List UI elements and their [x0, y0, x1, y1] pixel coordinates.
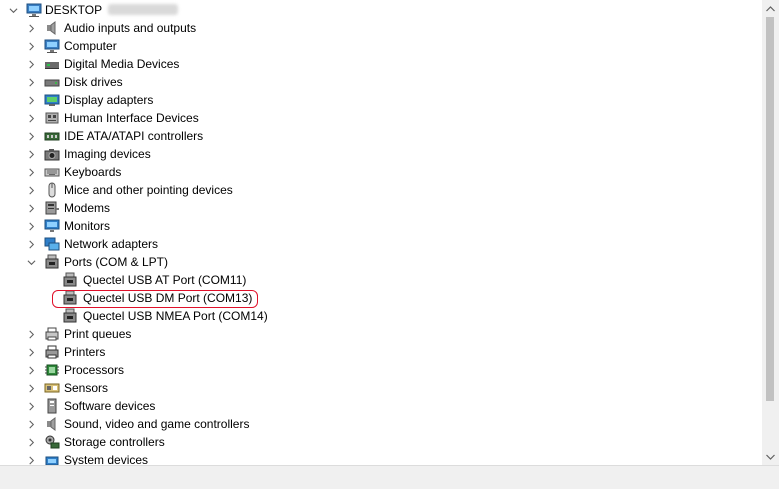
- port-icon: [62, 308, 78, 324]
- hid-icon: [44, 110, 60, 126]
- chevron-right-icon[interactable]: [25, 415, 37, 433]
- tree-item-label: Imaging devices: [64, 147, 151, 161]
- computer-icon: [26, 2, 42, 18]
- disk-drive-icon: [44, 74, 60, 90]
- scroll-down-arrow-icon[interactable]: [762, 448, 779, 465]
- computer-name-label: DESKTOP: [45, 1, 179, 19]
- tree-subitem-label: Quectel USB NMEA Port (COM14): [83, 309, 268, 323]
- monitor-icon: [44, 218, 60, 234]
- scroll-up-arrow-icon[interactable]: [762, 0, 779, 17]
- tree-item-label: Sensors: [64, 381, 109, 395]
- sensor-icon: [44, 380, 60, 396]
- computer-icon: [44, 38, 60, 54]
- print-queue-icon: [44, 326, 60, 342]
- horizontal-scrollbar[interactable]: [0, 465, 779, 489]
- chevron-right-icon[interactable]: [25, 163, 37, 181]
- keyboard-icon: [44, 164, 60, 180]
- tree-item-label: Ports (COM & LPT): [64, 255, 169, 269]
- chevron-right-icon[interactable]: [25, 379, 37, 397]
- tree-item-label: Software devices: [64, 399, 156, 413]
- printer-icon: [44, 344, 60, 360]
- tree-item-label: System devices: [64, 453, 149, 465]
- processor-icon: [44, 362, 60, 378]
- port-icon: [62, 272, 78, 288]
- device-tree[interactable]: DESKTOP Audio inputs and outputs Computer…: [0, 0, 762, 465]
- tree-subitem-label: Quectel USB DM Port (COM13): [83, 291, 253, 305]
- chevron-right-icon[interactable]: [25, 145, 37, 163]
- camera-icon: [44, 146, 60, 162]
- chevron-down-icon[interactable]: [25, 253, 37, 271]
- mouse-icon: [44, 182, 60, 198]
- network-adapter-icon: [44, 236, 60, 252]
- tree-item-label: Print queues: [64, 327, 132, 341]
- display-adapter-icon: [44, 92, 60, 108]
- system-devices-icon: [44, 452, 60, 465]
- tree-item-label: Disk drives: [64, 75, 123, 89]
- tree-item-label: Human Interface Devices: [64, 111, 199, 125]
- chevron-right-icon[interactable]: [25, 37, 37, 55]
- chevron-right-icon[interactable]: [25, 55, 37, 73]
- tree-item-label: Keyboards: [64, 165, 122, 179]
- tree-item-label: Computer: [64, 39, 117, 53]
- redacted-name: [108, 4, 179, 15]
- tree-item-label: Network adapters: [64, 237, 159, 251]
- tree-item-label: Display adapters: [64, 93, 154, 107]
- chevron-right-icon[interactable]: [25, 109, 37, 127]
- tree-subitem-label: Quectel USB AT Port (COM11): [83, 273, 247, 287]
- chevron-right-icon[interactable]: [25, 91, 37, 109]
- chevron-right-icon[interactable]: [25, 361, 37, 379]
- storage-controller-icon: [44, 434, 60, 450]
- vertical-scrollbar[interactable]: [762, 0, 779, 465]
- tree-item-label: Printers: [64, 345, 106, 359]
- chevron-right-icon[interactable]: [25, 343, 37, 361]
- scrollbar-thumb[interactable]: [766, 17, 774, 401]
- chevron-right-icon[interactable]: [25, 325, 37, 343]
- tree-item-label: Processors: [64, 363, 125, 377]
- chevron-right-icon[interactable]: [25, 217, 37, 235]
- ide-controller-icon: [44, 128, 60, 144]
- chevron-right-icon[interactable]: [25, 451, 37, 465]
- sound-controller-icon: [44, 416, 60, 432]
- media-device-icon: [44, 56, 60, 72]
- software-device-icon: [44, 398, 60, 414]
- speaker-icon: [44, 20, 60, 36]
- chevron-right-icon[interactable]: [25, 181, 37, 199]
- tree-item-label: Digital Media Devices: [64, 57, 180, 71]
- chevron-right-icon[interactable]: [25, 127, 37, 145]
- tree-item-label: Mice and other pointing devices: [64, 183, 233, 197]
- chevron-right-icon[interactable]: [25, 73, 37, 91]
- port-icon: [44, 254, 60, 270]
- port-icon: [62, 290, 78, 306]
- tree-item-label: Storage controllers: [64, 435, 165, 449]
- tree-item-label: IDE ATA/ATAPI controllers: [64, 129, 204, 143]
- tree-item-label: Modems: [64, 201, 111, 215]
- chevron-down-icon[interactable]: [7, 1, 19, 19]
- chevron-right-icon[interactable]: [25, 19, 37, 37]
- tree-item-label: Audio inputs and outputs: [64, 21, 197, 35]
- chevron-right-icon[interactable]: [25, 199, 37, 217]
- tree-item-label: Monitors: [64, 219, 111, 233]
- chevron-right-icon[interactable]: [25, 433, 37, 451]
- modem-icon: [44, 200, 60, 216]
- tree-item-label: Sound, video and game controllers: [64, 417, 250, 431]
- chevron-right-icon[interactable]: [25, 397, 37, 415]
- chevron-right-icon[interactable]: [25, 235, 37, 253]
